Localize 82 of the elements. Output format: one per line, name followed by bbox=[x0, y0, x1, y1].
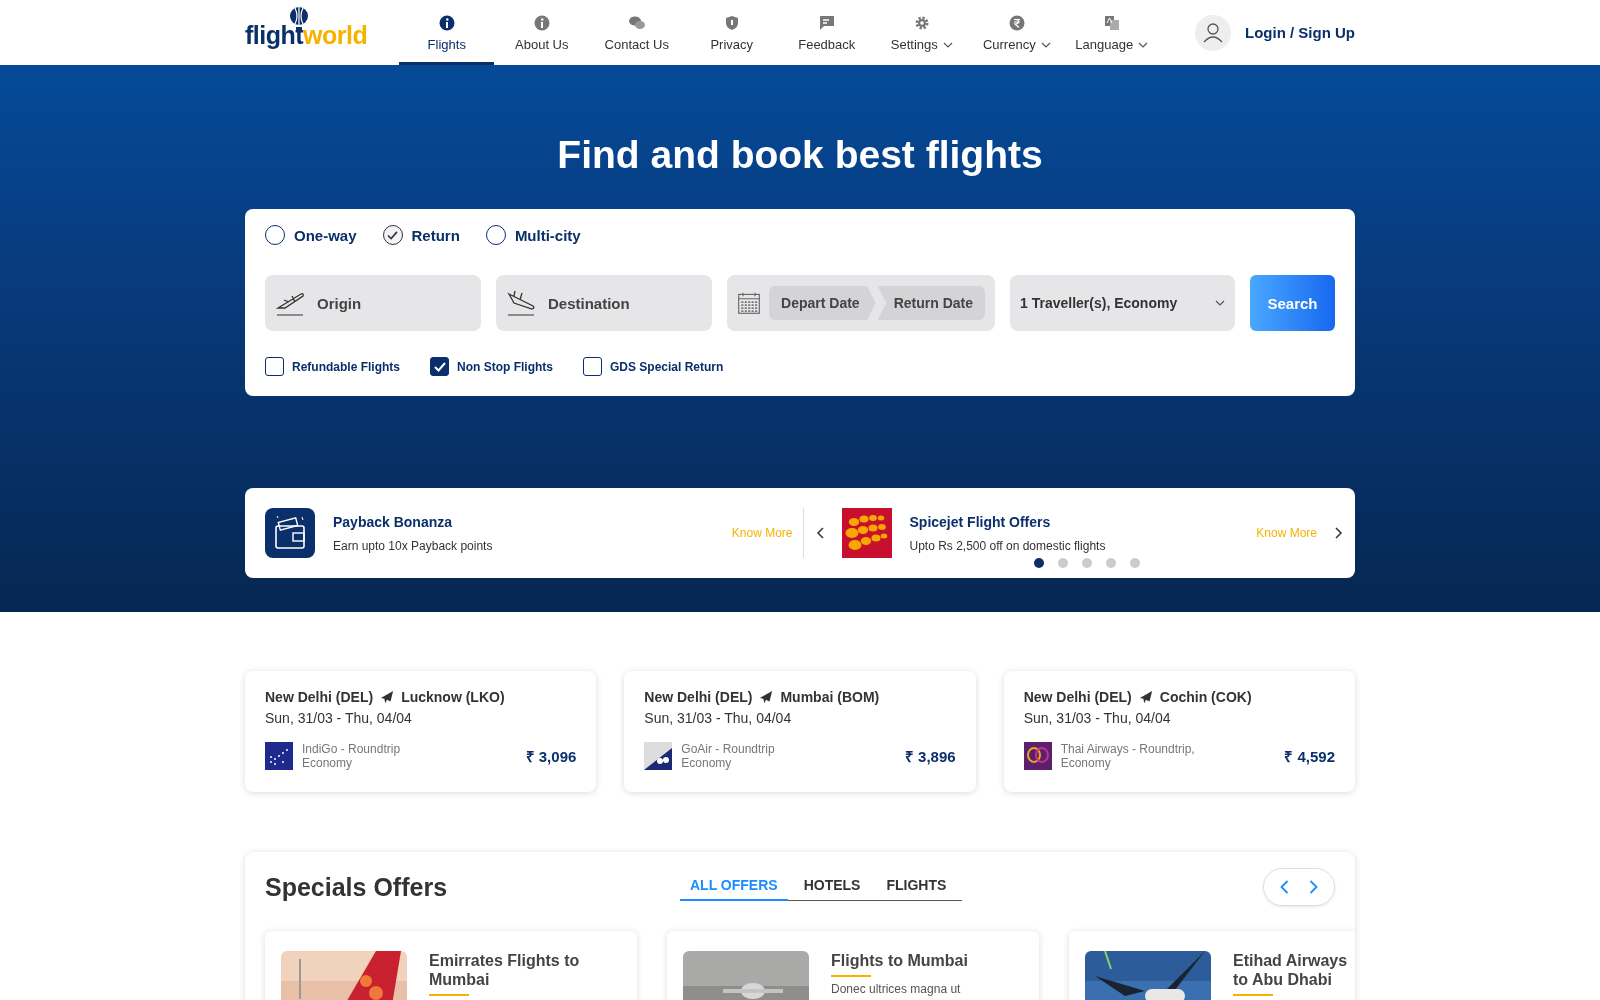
logo[interactable]: flightworld bbox=[245, 7, 368, 50]
carousel-dot[interactable] bbox=[1058, 558, 1068, 568]
chevron-left-icon[interactable] bbox=[815, 527, 824, 539]
dots-logo-icon bbox=[841, 508, 892, 558]
carousel-dot[interactable] bbox=[1082, 558, 1092, 568]
airplane-icon bbox=[380, 690, 395, 704]
depart-date-field[interactable]: Depart Date bbox=[769, 286, 876, 320]
route-card[interactable]: New Delhi (DEL) Mumbai (BOM) Sun, 31/03 - Thu, 04/04 GoAir - Roundtrip Economy ₹ 3,896 bbox=[624, 671, 976, 792]
origin-city: New Delhi (DEL) bbox=[265, 689, 374, 705]
price: ₹ 4,592 bbox=[1284, 747, 1335, 766]
cabin-class: Economy bbox=[302, 756, 354, 770]
nav-tab[interactable]: Settings bbox=[874, 0, 970, 65]
airline-logo-icon bbox=[265, 742, 293, 770]
offer-card[interactable]: Etihad Airways to Abu Dhabi bbox=[1069, 931, 1355, 1000]
nav-tab[interactable]: Currency bbox=[969, 0, 1065, 65]
filter-checkbox[interactable]: Refundable Flights bbox=[265, 357, 400, 376]
origin-field[interactable]: Origin bbox=[265, 275, 481, 331]
nav-tab[interactable]: Language bbox=[1064, 0, 1160, 65]
origin-city: New Delhi (DEL) bbox=[644, 689, 753, 705]
price: ₹ 3,096 bbox=[525, 747, 577, 766]
route-card[interactable]: New Delhi (DEL) Cochin (COK) Sun, 31/03 - Thu, 04/04 Thai Airways - Roundtrip, Economy ₹ 4,592 bbox=[1003, 671, 1355, 792]
promo-title: Payback Bonanza bbox=[333, 513, 454, 530]
nav-tab[interactable]: Privacy bbox=[684, 0, 780, 65]
airline-name: Thai Airways - Roundtrip, bbox=[1060, 742, 1196, 756]
trip-type-radio[interactable]: Multi-city bbox=[485, 225, 581, 245]
destination-field[interactable]: Destination bbox=[496, 275, 712, 331]
airline-logo-icon bbox=[644, 742, 673, 770]
cabin-class: Economy bbox=[681, 756, 733, 770]
offer-card[interactable]: Emirrates Flights to Mumbai bbox=[265, 931, 637, 1000]
origin-city: New Delhi (DEL) bbox=[1023, 689, 1132, 705]
offer-title: Flights to Mumbai bbox=[831, 951, 969, 970]
destination-city: Lucknow (LKO) bbox=[401, 689, 505, 705]
chat-icon bbox=[628, 15, 645, 31]
filter-checkbox[interactable]: GDS Special Return bbox=[583, 357, 724, 376]
airline-logo-icon bbox=[1023, 742, 1052, 770]
chevron-down-icon bbox=[1215, 300, 1225, 306]
feedback-icon bbox=[818, 15, 835, 31]
price: ₹ 3,896 bbox=[904, 747, 956, 766]
shield-icon bbox=[723, 15, 740, 31]
airplane-icon bbox=[759, 690, 774, 704]
rupee-icon bbox=[1008, 15, 1025, 31]
destination-city: Mumbai (BOM) bbox=[780, 689, 880, 705]
filter-checkbox[interactable]: Non Stop Flights bbox=[430, 357, 553, 376]
offer-title: Etihad Airways to Abu Dhabi bbox=[1233, 951, 1349, 989]
travel-dates: Sun, 31/03 - Thu, 04/04 bbox=[644, 710, 793, 726]
trip-type-radio[interactable]: Return bbox=[382, 225, 460, 245]
promo-title: Spicejet Flight Offers bbox=[909, 513, 1052, 530]
airplane-icon bbox=[1138, 690, 1153, 704]
destination-city: Cochin (COK) bbox=[1159, 689, 1252, 705]
carousel-dot[interactable] bbox=[1106, 558, 1116, 568]
return-date-field[interactable]: Return Date bbox=[877, 286, 985, 320]
section-title: Specials Offers bbox=[265, 872, 449, 902]
airline-name: GoAir - Roundtrip bbox=[681, 742, 776, 756]
promo-text: Upto Rs 2,500 off on domestic flights bbox=[909, 538, 1107, 553]
settings-icon bbox=[913, 15, 930, 31]
hero-title: Find and book best flights bbox=[556, 132, 1044, 178]
offer-tab[interactable]: FLIGHTS bbox=[876, 873, 957, 901]
travel-dates: Sun, 31/03 - Thu, 04/04 bbox=[1023, 710, 1172, 726]
nav-tab[interactable]: About Us bbox=[494, 0, 590, 65]
info-icon bbox=[533, 15, 550, 31]
travel-dates: Sun, 31/03 - Thu, 04/04 bbox=[265, 710, 413, 726]
carousel-dot[interactable] bbox=[1130, 558, 1140, 568]
offer-title: Emirrates Flights to Mumbai bbox=[429, 951, 581, 989]
login-link[interactable]: Login / Sign Up bbox=[1245, 24, 1355, 41]
offer-card[interactable]: Flights to Mumbai Donec ultrices magna ut bbox=[667, 931, 1039, 1000]
landing-icon bbox=[506, 288, 536, 318]
chevron-right-icon[interactable] bbox=[1335, 527, 1343, 539]
offer-tab[interactable]: HOTELS bbox=[793, 873, 871, 901]
offer-text: Donec ultrices magna ut bbox=[831, 982, 962, 996]
travellers-dropdown[interactable]: 1 Traveller(s), Economy bbox=[1010, 275, 1235, 331]
info-icon bbox=[438, 15, 455, 31]
nav-tab[interactable]: Contact Us bbox=[589, 0, 685, 65]
nav-tab[interactable]: Feedback bbox=[779, 0, 875, 65]
translate-icon bbox=[1103, 15, 1120, 31]
airline-name: IndiGo - Roundtrip bbox=[302, 742, 402, 756]
trip-type-radio[interactable]: One-way bbox=[265, 225, 357, 245]
promo-text: Earn upto 10x Payback points bbox=[333, 538, 494, 553]
carousel-dot[interactable] bbox=[1034, 558, 1044, 568]
cabin-class: Economy bbox=[1060, 756, 1112, 770]
avatar-icon[interactable] bbox=[1195, 14, 1231, 51]
route-card[interactable]: New Delhi (DEL) Lucknow (LKO) Sun, 31/03 - Thu, 04/04 IndiGo - Roundtrip Economy ₹ 3,096 bbox=[245, 671, 597, 792]
wallet-icon bbox=[265, 508, 315, 558]
